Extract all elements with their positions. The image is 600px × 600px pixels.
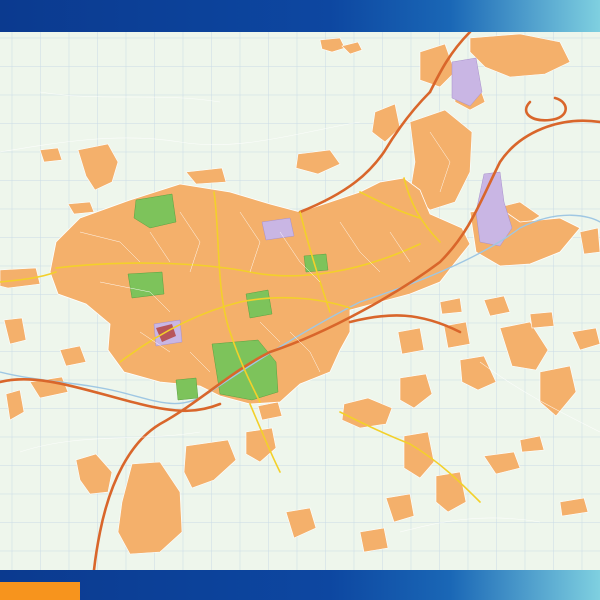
top-header-band [0, 0, 600, 32]
map-poster: © Copyright Netmaps® 1997-2 These maps h… [0, 0, 600, 600]
map-canvas [0, 30, 600, 572]
bottom-footer-band [0, 570, 600, 600]
city-street-map[interactable]: © Copyright Netmaps® 1997-2 These maps h… [0, 30, 600, 592]
orange-footer-tab [0, 582, 80, 600]
